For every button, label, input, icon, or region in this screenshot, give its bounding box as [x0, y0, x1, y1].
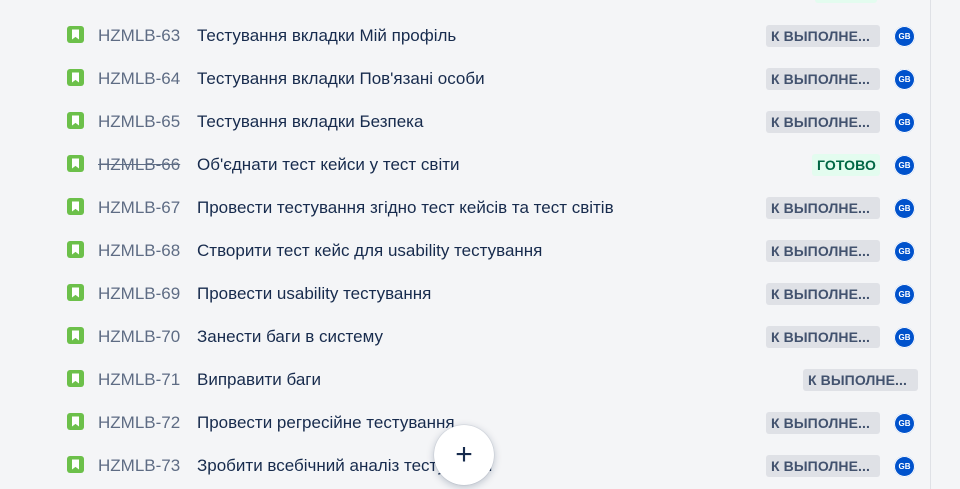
story-icon — [67, 26, 84, 43]
issue-summary[interactable]: Провести usability тестування — [197, 283, 431, 305]
issue-key[interactable]: HZMLB-70 — [98, 326, 180, 348]
assignee-avatar[interactable]: GB — [894, 327, 915, 348]
story-icon — [67, 69, 84, 86]
issue-row[interactable]: HZMLB-65 Тестування вкладки Безпека К ВЫ… — [54, 102, 924, 142]
assignee-avatar[interactable]: GB — [894, 456, 915, 477]
issue-summary[interactable]: Створити тест кейс для usability тестува… — [197, 240, 542, 262]
assignee-avatar[interactable]: GB — [894, 26, 915, 47]
issue-key[interactable]: HZMLB-65 — [98, 111, 180, 133]
status-badge[interactable]: К ВЫПОЛНЕ... — [766, 455, 880, 477]
issue-summary[interactable]: Провести тестування згідно тест кейсів т… — [197, 197, 614, 219]
issue-summary[interactable]: Тестування вкладки Пов'язані особи — [197, 68, 485, 90]
issue-summary[interactable]: Провести регресійне тестування — [197, 412, 455, 434]
plus-icon: + — [455, 438, 473, 471]
status-badge[interactable]: К ВЫПОЛНЕ... — [803, 369, 918, 391]
assignee-avatar[interactable]: GB — [894, 241, 915, 262]
issue-row[interactable]: HZMLB-70 Занести баги в систему К ВЫПОЛН… — [54, 317, 924, 357]
status-badge[interactable]: К ВЫПОЛНЕ... — [766, 68, 880, 90]
status-badge[interactable]: К ВЫПОЛНЕ... — [766, 283, 880, 305]
story-icon — [67, 370, 84, 387]
create-issue-button[interactable]: + — [434, 425, 494, 485]
issue-row[interactable]: HZMLB-71 Виправити баги К ВЫПОЛНЕ... — [54, 360, 924, 400]
issue-key[interactable]: HZMLB-68 — [98, 240, 180, 262]
status-badge[interactable]: К ВЫПОЛНЕ... — [766, 111, 880, 133]
issue-key[interactable]: HZMLB-71 — [98, 369, 180, 391]
issue-row[interactable]: HZMLB-64 Тестування вкладки Пов'язані ос… — [54, 59, 924, 99]
story-icon — [67, 198, 84, 215]
story-icon — [67, 284, 84, 301]
assignee-avatar[interactable]: GB — [894, 198, 915, 219]
issue-summary[interactable]: Об'єднати тест кейси у тест світи — [197, 154, 460, 176]
assignee-avatar[interactable]: GB — [894, 284, 915, 305]
story-icon — [67, 155, 84, 172]
issue-row[interactable]: HZMLB-69 Провести usability тестування К… — [54, 274, 924, 314]
partial-row-status-badge — [815, 0, 877, 3]
issue-row[interactable]: HZMLB-72 Провести регресійне тестування … — [54, 403, 924, 443]
assignee-avatar[interactable]: GB — [894, 69, 915, 90]
issue-key[interactable]: HZMLB-72 — [98, 412, 180, 434]
story-icon — [67, 327, 84, 344]
issue-row[interactable]: HZMLB-68 Створити тест кейс для usabilit… — [54, 231, 924, 271]
status-badge[interactable]: К ВЫПОЛНЕ... — [766, 240, 880, 262]
story-icon — [67, 456, 84, 473]
status-badge[interactable]: К ВЫПОЛНЕ... — [766, 25, 880, 47]
issue-key[interactable]: HZMLB-67 — [98, 197, 180, 219]
status-badge[interactable]: К ВЫПОЛНЕ... — [766, 326, 880, 348]
panel-divider — [930, 0, 931, 489]
issue-row[interactable]: HZMLB-67 Провести тестування згідно тест… — [54, 188, 924, 228]
issue-row[interactable]: HZMLB-66 Об'єднати тест кейси у тест сві… — [54, 145, 924, 185]
issue-key[interactable]: HZMLB-69 — [98, 283, 180, 305]
status-badge[interactable]: К ВЫПОЛНЕ... — [766, 197, 880, 219]
issue-key[interactable]: HZMLB-73 — [98, 455, 180, 477]
assignee-avatar[interactable]: GB — [894, 155, 915, 176]
issue-summary[interactable]: Тестування вкладки Мій профіль — [197, 25, 456, 47]
story-icon — [67, 413, 84, 430]
issue-list: HZMLB-63 Тестування вкладки Мій профіль … — [0, 0, 930, 489]
issue-key[interactable]: HZMLB-63 — [98, 25, 180, 47]
issue-key[interactable]: HZMLB-66 — [98, 154, 180, 176]
issue-key[interactable]: HZMLB-64 — [98, 68, 180, 90]
story-icon — [67, 112, 84, 129]
status-badge[interactable]: К ВЫПОЛНЕ... — [766, 412, 880, 434]
assignee-avatar[interactable]: GB — [894, 112, 915, 133]
issue-summary[interactable]: Тестування вкладки Безпека — [197, 111, 423, 133]
issue-summary[interactable]: Виправити баги — [197, 369, 321, 391]
issue-row[interactable]: HZMLB-63 Тестування вкладки Мій профіль … — [54, 16, 924, 56]
assignee-avatar[interactable]: GB — [894, 413, 915, 434]
issue-summary[interactable]: Занести баги в систему — [197, 326, 383, 348]
story-icon — [67, 241, 84, 258]
status-badge[interactable]: ГОТОВО — [812, 154, 880, 176]
